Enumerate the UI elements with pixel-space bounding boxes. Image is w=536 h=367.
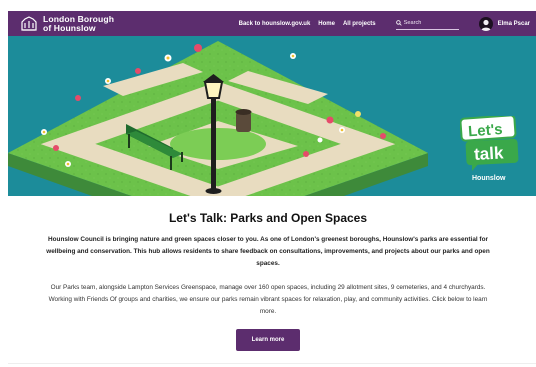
lets-talk-badge: Let's talk Hounslow	[460, 116, 519, 182]
body-paragraph: Our Parks team, alongside Lampton Servic…	[48, 284, 488, 315]
nav-link-home[interactable]: Home	[318, 21, 335, 27]
user-name: Elma Pscar	[497, 20, 530, 27]
bin-icon	[235, 109, 252, 132]
site-header: London Borough of Hounslow Back to houns…	[8, 11, 536, 36]
council-logo[interactable]: London Borough of Hounslow	[20, 11, 114, 36]
badge-talk: talk	[474, 143, 505, 164]
intro-paragraph: Hounslow Council is bringing nature and …	[46, 236, 490, 267]
nav-link-all-projects[interactable]: All projects	[343, 21, 376, 27]
nav-link-back-to-hounslow[interactable]: Back to hounslow.gov.uk	[239, 21, 311, 27]
page-title: Let's Talk: Parks and Open Spaces	[168, 211, 368, 225]
main-nav: Back to hounslow.gov.uk Home All project…	[239, 11, 384, 36]
council-name-line-2: of Hounslow	[43, 22, 96, 33]
search-box[interactable]	[395, 18, 459, 30]
badge-lets: Let's	[468, 121, 504, 140]
park-illustration	[8, 41, 428, 196]
user-menu[interactable]: Elma Pscar	[478, 16, 530, 31]
search-icon	[395, 20, 402, 26]
council-name: London Borough of Hounslow	[43, 14, 114, 33]
badge-hounslow: Hounslow	[472, 175, 506, 182]
search-input[interactable]	[403, 20, 458, 26]
section-divider	[8, 363, 536, 364]
main-content: Let's Talk: Parks and Open Spaces Hounsl…	[0, 196, 536, 351]
council-crest-icon	[21, 15, 37, 31]
learn-more-button[interactable]: Learn more	[236, 329, 300, 351]
hero-banner: Let's talk Hounslow	[8, 36, 536, 196]
user-avatar-icon	[478, 16, 493, 31]
